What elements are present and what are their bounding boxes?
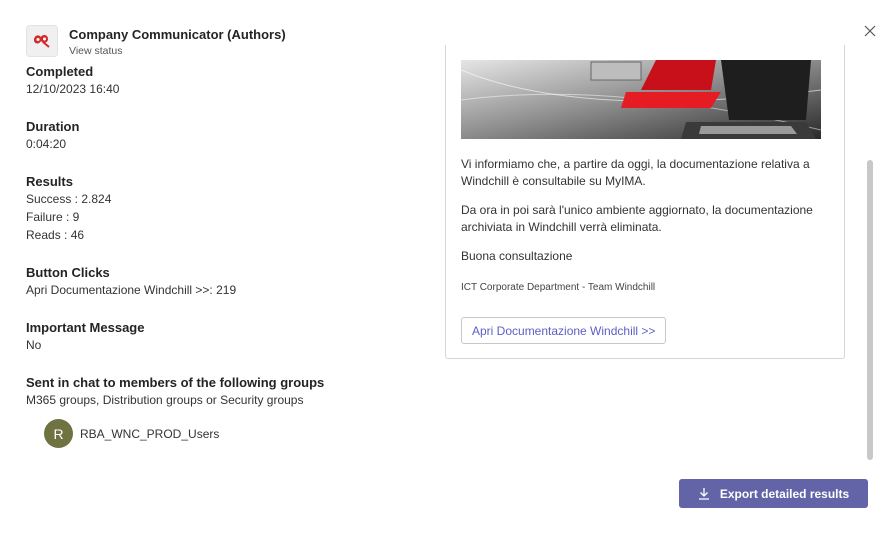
app-title: Company Communicator (Authors) bbox=[69, 27, 286, 42]
completed-title: Completed bbox=[26, 64, 94, 79]
button-clicks-title: Button Clicks bbox=[26, 265, 110, 280]
important-section: Important Message No bbox=[26, 319, 416, 354]
group-item: R RBA_WNC_PROD_Users bbox=[44, 419, 416, 448]
header: Company Communicator (Authors) View stat… bbox=[26, 25, 286, 58]
duration-section: Duration 0:04:20 bbox=[26, 118, 416, 153]
export-label: Export detailed results bbox=[719, 486, 850, 501]
groups-subtitle: M365 groups, Distribution groups or Secu… bbox=[26, 393, 304, 407]
groups-section: Sent in chat to members of the following… bbox=[26, 374, 416, 448]
completed-section: Completed 12/10/2023 16:40 bbox=[26, 63, 416, 98]
important-title: Important Message bbox=[26, 320, 145, 335]
card-signature: ICT Corporate Department - Team Windchil… bbox=[461, 282, 656, 293]
card-paragraph-1: Vi informiamo che, a partire da oggi, la… bbox=[461, 157, 810, 188]
scroll-thumb[interactable] bbox=[867, 160, 873, 460]
important-value: No bbox=[26, 338, 42, 352]
results-success: Success : 2.824 bbox=[26, 192, 112, 206]
duration-title: Duration bbox=[26, 119, 80, 134]
app-subtitle: View status bbox=[69, 45, 123, 57]
duration-value: 0:04:20 bbox=[26, 137, 67, 151]
results-failure: Failure : 9 bbox=[26, 210, 80, 224]
button-clicks-section: Button Clicks Apri Documentazione Windch… bbox=[26, 264, 416, 299]
scrollbar[interactable] bbox=[866, 160, 874, 460]
card-paragraph-2: Da ora in poi sarà l'unico ambiente aggi… bbox=[461, 203, 813, 234]
card-paragraph-3: Buona consultazione bbox=[461, 249, 573, 263]
download-icon bbox=[698, 487, 710, 500]
close-icon[interactable] bbox=[861, 22, 879, 40]
app-logo bbox=[26, 25, 58, 57]
export-detailed-results-button[interactable]: Export detailed results bbox=[679, 479, 868, 508]
results-reads: Reads : 46 bbox=[26, 228, 85, 242]
group-name: RBA_WNC_PROD_Users bbox=[80, 426, 220, 441]
avatar: R bbox=[44, 419, 73, 448]
message-preview-card: Vi informiamo che, a partire da oggi, la… bbox=[445, 45, 845, 359]
groups-title: Sent in chat to members of the following… bbox=[26, 375, 325, 390]
button-clicks-value: Apri Documentazione Windchill >>: 219 bbox=[26, 283, 237, 297]
banner-image bbox=[461, 60, 821, 139]
results-title: Results bbox=[26, 174, 73, 189]
completed-value: 12/10/2023 16:40 bbox=[26, 82, 120, 96]
open-documentation-button[interactable]: Apri Documentazione Windchill >> bbox=[461, 317, 667, 344]
results-section: Results Success : 2.824 Failure : 9 Read… bbox=[26, 173, 416, 244]
status-details: Completed 12/10/2023 16:40 Duration 0:04… bbox=[26, 63, 416, 468]
